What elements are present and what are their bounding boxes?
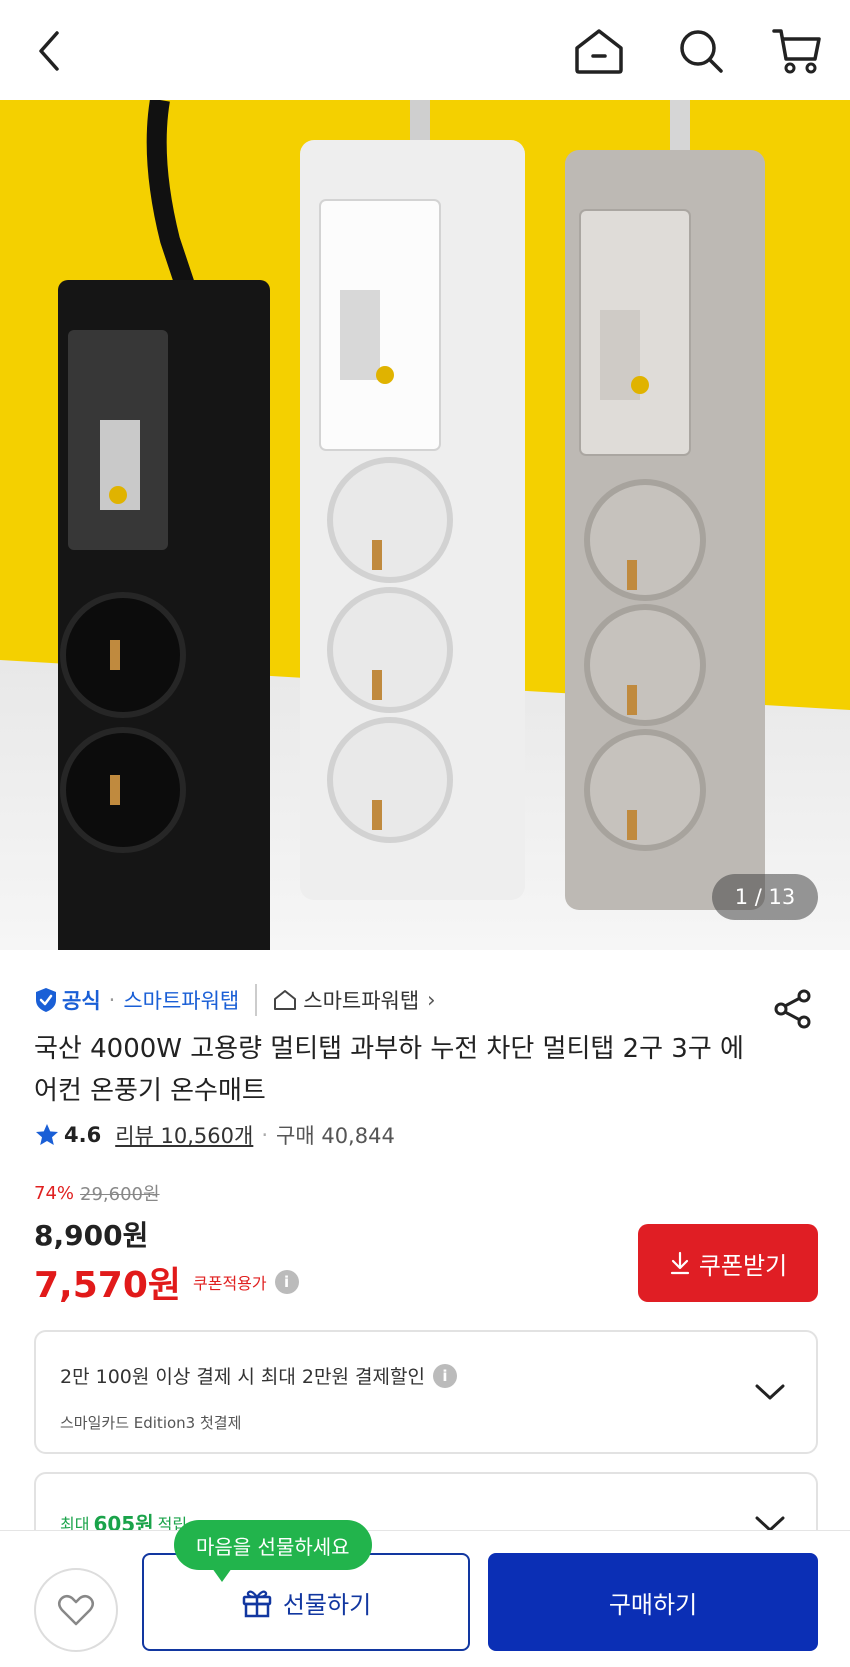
search-button[interactable] bbox=[672, 22, 730, 80]
card-discount-title: 2만 100원 이상 결제 시 최대 2만원 결제할인 bbox=[60, 1366, 425, 1388]
product-image-carousel[interactable]: 1 / 13 bbox=[0, 100, 850, 950]
coupon-price-row: 7,570원 쿠폰적용가 i bbox=[34, 1256, 299, 1308]
gift-tooltip: 마음을 선물하세요 bbox=[174, 1520, 372, 1582]
chevron-down-icon[interactable] bbox=[754, 1382, 786, 1402]
card-discount-subtitle: 스마일카드 Edition3 첫결제 bbox=[60, 1414, 242, 1432]
gift-icon bbox=[242, 1590, 272, 1618]
download-icon bbox=[670, 1251, 689, 1275]
discount-rate: 74% bbox=[34, 1182, 75, 1204]
card-discount-title-row: 2만 100원 이상 결제 시 최대 2만원 결제할인 i bbox=[60, 1362, 457, 1389]
seller-name[interactable]: 스마트파워탭 bbox=[123, 985, 239, 1015]
card-discount-card[interactable]: 2만 100원 이상 결제 시 최대 2만원 결제할인 i 스마일카드 Edit… bbox=[34, 1330, 818, 1454]
divider bbox=[255, 984, 258, 1016]
chevron-right-icon: › bbox=[427, 988, 436, 1012]
cart-button[interactable] bbox=[768, 22, 826, 80]
seller-row: 공식 · 스마트파워탭 스마트파워탭 › bbox=[34, 982, 436, 1018]
home-button[interactable] bbox=[570, 22, 628, 80]
sale-price: 8,900원 bbox=[34, 1219, 149, 1252]
coupon-note: 쿠폰적용가 bbox=[193, 1274, 267, 1293]
image-counter: 1 / 13 bbox=[712, 874, 818, 920]
info-icon[interactable]: i bbox=[432, 1363, 457, 1388]
coupon-download-button[interactable]: 쿠폰받기 bbox=[638, 1224, 818, 1302]
product-image bbox=[0, 100, 850, 950]
search-icon bbox=[680, 30, 723, 73]
top-bar bbox=[0, 0, 850, 100]
back-button[interactable] bbox=[20, 22, 78, 80]
coupon-price: 7,570원 bbox=[34, 1265, 181, 1306]
bottom-action-bar: 선물하기 구매하기 bbox=[0, 1530, 850, 1667]
star-icon bbox=[36, 1124, 58, 1145]
store-link[interactable]: 스마트파워탭 › bbox=[273, 985, 436, 1015]
product-title: 국산 4000W 고용량 멀티탭 과부하 누전 차단 멀티탭 2구 3구 에어컨… bbox=[34, 1034, 744, 1106]
cart-icon bbox=[772, 29, 821, 74]
share-icon bbox=[774, 989, 811, 1029]
home-outline-icon bbox=[274, 990, 297, 1010]
official-label: 공식 bbox=[62, 989, 101, 1013]
shield-check-icon bbox=[36, 988, 56, 1012]
heart-icon bbox=[58, 1595, 94, 1626]
info-icon[interactable]: i bbox=[274, 1270, 299, 1294]
original-price: 29,600원 bbox=[80, 1184, 160, 1205]
buy-button[interactable]: 구매하기 bbox=[488, 1553, 818, 1651]
store-link-label: 스마트파워탭 bbox=[303, 989, 420, 1013]
rating-row: 4.6 리뷰 10,560개 · 구매 40,844 bbox=[34, 1118, 395, 1152]
separator-dot: · bbox=[108, 988, 116, 1012]
chevron-left-icon bbox=[39, 31, 59, 71]
home-icon bbox=[575, 29, 623, 74]
review-link[interactable]: 리뷰 10,560개 bbox=[115, 1120, 253, 1150]
coupon-button-label: 쿠폰받기 bbox=[698, 1251, 788, 1280]
share-button[interactable] bbox=[772, 988, 814, 1030]
rating-score: 4.6 bbox=[64, 1123, 102, 1147]
wishlist-button[interactable] bbox=[34, 1568, 118, 1652]
gift-button-label: 선물하기 bbox=[282, 1590, 372, 1619]
discount-row: 74% 29,600원 bbox=[34, 1180, 160, 1206]
official-badge: 공식 bbox=[34, 985, 101, 1015]
separator-dot: · bbox=[261, 1123, 269, 1147]
purchase-count: 구매 40,844 bbox=[276, 1124, 395, 1148]
